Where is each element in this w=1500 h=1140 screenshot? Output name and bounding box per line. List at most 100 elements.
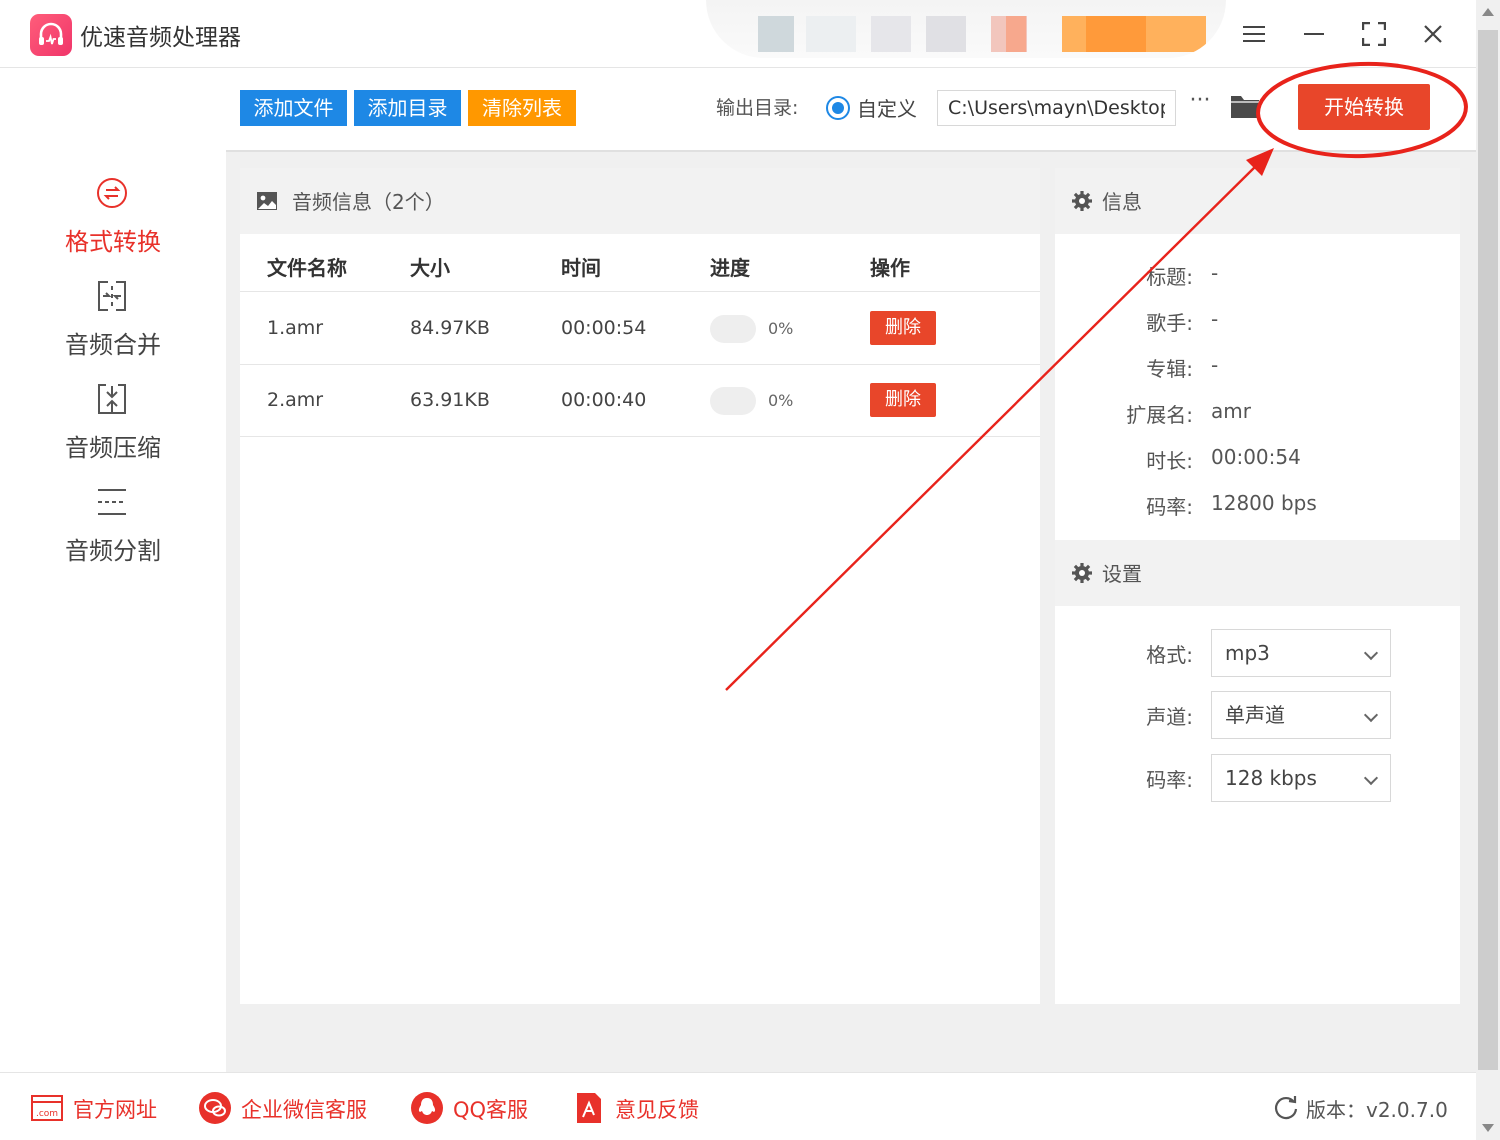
file-list-panel: 音频信息（2个） 文件名称 大小 时间 进度 操作 1.amr 84.97KB … [240,168,1040,1004]
add-directory-button[interactable]: 添加目录 [354,90,461,126]
info-title-value: - [1211,261,1219,285]
info-section-title: 信息 [1102,190,1142,214]
progress-bar [710,387,756,415]
app-title: 优速音频处理器 [80,25,241,51]
info-extension-label: 扩展名: [1126,403,1193,427]
progress-bar [710,315,756,343]
compress-icon [98,384,126,414]
version-text: 版本：v2.0.7.0 [1306,1098,1448,1122]
file-panel-header: 音频信息（2个） [240,168,1040,234]
sidebar-item-label: 音频压缩 [65,434,161,462]
feedback-icon [577,1093,601,1123]
app-logo [30,14,72,56]
info-duration-label: 时长: [1146,449,1193,473]
svg-text:.com: .com [36,1109,58,1119]
channel-select[interactable]: 单声道 [1211,691,1391,739]
image-icon [257,192,277,210]
output-path-input[interactable] [937,90,1176,126]
maximize-icon[interactable] [1356,16,1392,52]
sidebar-item-label: 音频合并 [65,331,161,359]
convert-icon [97,178,127,208]
format-select-value: mp3 [1225,641,1270,665]
column-time: 时间 [561,256,601,280]
close-icon[interactable] [1415,16,1451,52]
info-album-value: - [1211,353,1219,377]
scroll-thumb[interactable] [1478,30,1498,1070]
minimize-icon[interactable] [1296,16,1332,52]
file-name: 2.amr [267,389,324,411]
sidebar-item-label: 格式转换 [65,228,161,256]
qq-icon [411,1092,443,1124]
table-header: 文件名称 大小 时间 进度 操作 [240,234,1040,292]
info-extension-value: amr [1211,399,1251,423]
website-icon: .com [31,1095,63,1121]
bitrate-label: 码率: [1146,768,1193,792]
main-area: 添加文件 添加目录 清除列表 输出目录: 自定义 ··· 开始转换 音频信息（2… [226,68,1476,1072]
footer-item-label: 意见反馈 [615,1098,699,1122]
info-panel: 信息 标题: - 歌手: - 专辑: - 扩展名: amr 时长: 00:00:… [1055,168,1460,1004]
info-bitrate-value: 12800 bps [1211,491,1317,515]
sidebar: 格式转换 音频合并 音频压缩 音频分割 [0,68,226,1072]
gear-icon [1072,563,1092,583]
footer-wechat-link[interactable]: 企业微信客服 [198,1091,373,1125]
split-icon [98,489,126,515]
column-size: 大小 [410,256,450,280]
info-title-label: 标题: [1146,265,1193,289]
info-artist-value: - [1211,307,1219,331]
sidebar-item-format-convert[interactable]: 格式转换 [0,176,226,276]
column-filename: 文件名称 [267,256,347,280]
footer-feedback-link[interactable]: 意见反馈 [572,1091,702,1125]
info-bitrate-label: 码率: [1146,495,1193,519]
clear-list-button[interactable]: 清除列表 [468,90,576,126]
delete-button[interactable]: 删除 [870,311,936,345]
file-duration: 00:00:54 [561,317,647,339]
footer-item-label: 官方网址 [73,1098,157,1122]
format-label: 格式: [1146,643,1193,667]
column-progress: 进度 [710,256,750,280]
add-file-button[interactable]: 添加文件 [240,90,347,126]
chevron-down-icon [1363,645,1379,661]
scroll-down-arrow[interactable] [1482,1124,1494,1132]
footer-item-label: QQ客服 [453,1098,529,1122]
info-section-header: 信息 [1055,168,1460,234]
custom-dir-radio-label[interactable]: 自定义 [857,93,917,122]
sidebar-item-label: 音频分割 [65,537,161,565]
wechat-icon [199,1092,231,1124]
gear-icon [1072,191,1092,211]
output-dir-label: 输出目录: [716,97,799,119]
file-duration: 00:00:40 [561,389,647,411]
info-artist-label: 歌手: [1146,311,1193,335]
start-convert-button[interactable]: 开始转换 [1298,84,1430,130]
merge-icon [98,281,126,311]
progress-text: 0% [768,319,794,338]
footer-website-link[interactable]: .com 官方网址 [30,1091,160,1125]
settings-section-title: 设置 [1102,562,1142,586]
refresh-icon[interactable] [1272,1093,1300,1121]
open-folder-icon[interactable] [1230,92,1260,120]
title-bar: 优速音频处理器 [0,0,1476,68]
footer: .com 官方网址 企业微信客服 QQ客服 意见反馈 版本：v2.0.7.0 [0,1072,1476,1140]
scroll-up-arrow[interactable] [1482,8,1494,16]
footer-item-label: 企业微信客服 [241,1098,367,1122]
bitrate-select-value: 128 kbps [1225,766,1317,790]
sidebar-item-audio-merge[interactable]: 音频合并 [0,279,226,379]
chevron-down-icon [1363,770,1379,786]
blurred-region [706,0,1226,58]
file-panel-title: 音频信息（2个） [292,190,445,214]
browse-more-button[interactable]: ··· [1186,86,1214,122]
footer-qq-link[interactable]: QQ客服 [410,1091,535,1125]
format-select[interactable]: mp3 [1211,629,1391,677]
bitrate-select[interactable]: 128 kbps [1211,754,1391,802]
custom-dir-radio[interactable] [826,96,850,120]
delete-button[interactable]: 删除 [870,383,936,417]
file-name: 1.amr [267,317,324,339]
sidebar-item-audio-compress[interactable]: 音频压缩 [0,382,226,482]
table-row[interactable]: 2.amr 63.91KB 00:00:40 0% 删除 [240,365,1040,437]
file-size: 84.97KB [410,317,490,339]
vertical-scrollbar[interactable] [1476,0,1500,1140]
sidebar-item-audio-split[interactable]: 音频分割 [0,485,226,585]
table-row[interactable]: 1.amr 84.97KB 00:00:54 0% 删除 [240,293,1040,365]
menu-icon[interactable] [1236,16,1272,52]
info-album-label: 专辑: [1146,357,1193,381]
file-size: 63.91KB [410,389,490,411]
